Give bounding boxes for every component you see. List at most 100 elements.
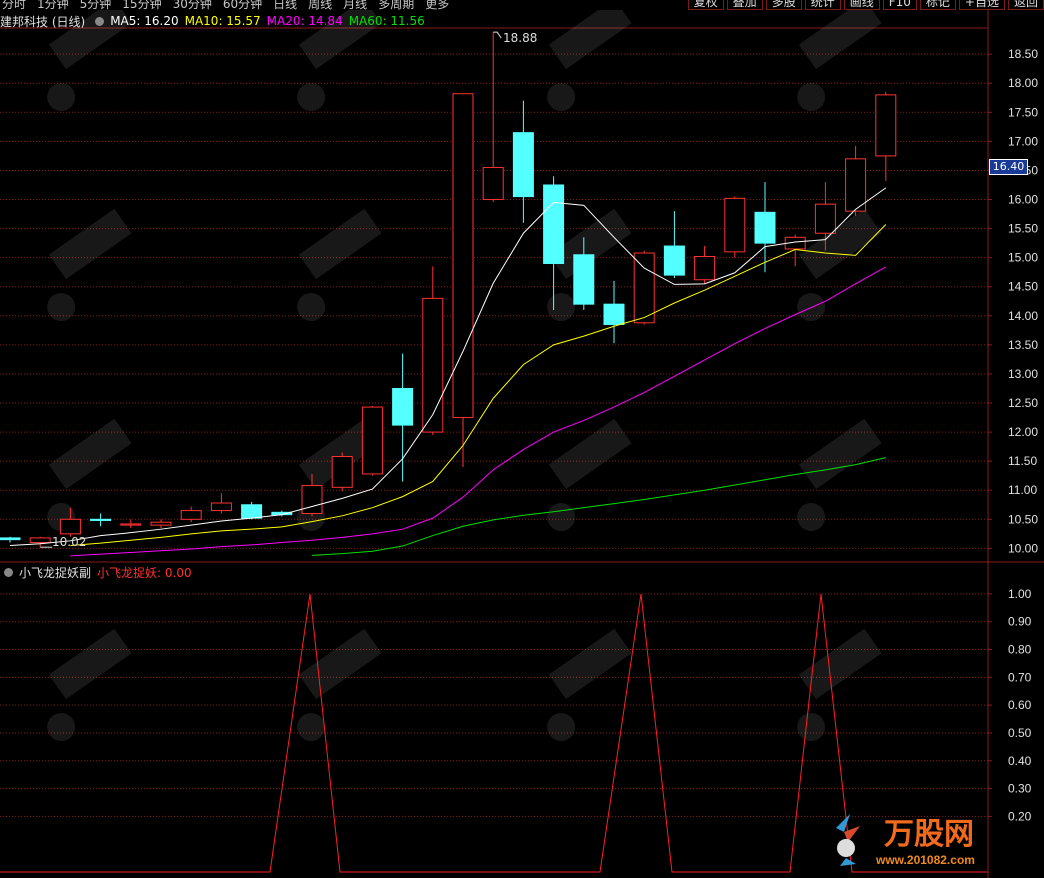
price-tick-label: 10.00	[1008, 541, 1038, 555]
sub-chart-header: 小飞龙捉妖副 小飞龙捉妖: 0.00	[0, 564, 198, 580]
watermark-figure	[797, 713, 826, 742]
candle-body	[59, 518, 81, 535]
sub-tick-label: 1.00	[1008, 587, 1032, 601]
ma60-line	[311, 457, 886, 556]
candle-body	[603, 303, 625, 326]
price-tick-label: 11.00	[1008, 483, 1037, 497]
ma60-label: MA60: 11.56	[348, 14, 425, 28]
tool-button-2[interactable]: 多股	[765, 0, 802, 10]
candle	[180, 506, 202, 523]
candle-body	[694, 255, 716, 281]
candle-body	[331, 456, 353, 488]
price-tick-label: 13.50	[1008, 338, 1038, 352]
candle-body	[633, 252, 655, 324]
price-tick-label: 12.00	[1008, 425, 1038, 439]
watermark-block	[798, 208, 882, 280]
candle-body	[482, 167, 504, 201]
candle-body	[150, 521, 172, 526]
watermark-block	[48, 208, 132, 280]
tool-button-6[interactable]: 标记	[919, 0, 956, 10]
watermark-tile	[797, 208, 882, 322]
candle-body	[845, 158, 867, 212]
chart-canvas: 10.00 10.50 11.00 11.50 12.00 12.50 13.00 13.50…	[0, 0, 1044, 878]
tool-button-5[interactable]: F10	[882, 0, 917, 10]
watermark-tile	[547, 0, 632, 112]
period-tab-10[interactable]: 更多	[425, 0, 449, 10]
tool-button-7[interactable]: +自选	[958, 0, 1005, 10]
candle	[392, 353, 414, 482]
main-chart-header: 建邦科技 (日线) MA5: 16.20 MA10: 15.57 MA20: 1…	[0, 13, 431, 29]
period-tabs: 分时 1分钟 5分钟 15分钟 30分钟 60分钟 日线 周线 月线 多周期 更多	[2, 0, 460, 10]
period-tab-8[interactable]: 月线	[343, 0, 367, 10]
tool-button-3[interactable]: 统计	[804, 0, 841, 10]
watermark-figure	[797, 503, 826, 532]
sub-tick-label: 0.50	[1008, 726, 1032, 740]
candle	[0, 536, 21, 543]
candle-body	[754, 211, 776, 244]
candle	[120, 519, 142, 529]
watermark-figure	[47, 713, 76, 742]
candle	[875, 91, 897, 181]
price-tick-label: 18.00	[1008, 76, 1038, 90]
period-tab-0[interactable]: 分时	[2, 0, 26, 10]
sub-indicator-value: 小飞龙捉妖: 0.00	[97, 565, 192, 580]
watermark-block	[298, 208, 382, 280]
sub-settings-icon[interactable]	[4, 567, 13, 577]
candle-body	[180, 510, 202, 520]
watermark-figure	[297, 293, 326, 322]
watermark-block	[548, 0, 632, 70]
period-tab-3[interactable]: 15分钟	[122, 0, 161, 10]
candle	[422, 266, 444, 435]
candle-body	[573, 254, 595, 305]
watermark-block	[48, 628, 132, 700]
period-tab-2[interactable]: 5分钟	[80, 0, 112, 10]
watermark-block	[548, 628, 632, 700]
settings-icon[interactable]	[95, 16, 105, 26]
candle	[724, 196, 746, 258]
period-tab-5[interactable]: 60分钟	[223, 0, 262, 10]
candle	[543, 176, 565, 310]
candle	[29, 536, 51, 548]
candle-body	[90, 518, 112, 521]
tool-button-1[interactable]: 叠加	[726, 0, 763, 10]
tool-button-0[interactable]: 复权	[687, 0, 724, 10]
watermark-block	[298, 0, 382, 70]
price-tick-label: 12.50	[1008, 396, 1038, 410]
price-tick-label: 13.00	[1008, 367, 1038, 381]
tool-button-4[interactable]: 画线	[843, 0, 880, 10]
sub-tick-label: 0.80	[1008, 643, 1032, 657]
period-tab-1[interactable]: 1分钟	[37, 0, 69, 10]
candle	[633, 250, 655, 325]
high-marker	[493, 31, 502, 39]
candle-body	[241, 504, 263, 519]
watermark-site: www.201082.com	[875, 853, 975, 867]
candle	[361, 405, 383, 476]
candle-body	[361, 406, 383, 475]
candle	[150, 519, 172, 529]
price-tick-label: 18.50	[1008, 47, 1038, 61]
watermark-block	[48, 0, 132, 70]
period-tab-7[interactable]: 周线	[308, 0, 332, 10]
watermark-tile	[547, 628, 632, 742]
sub-indicator-name: 小飞龙捉妖副	[19, 565, 92, 580]
candle-body	[663, 245, 685, 276]
candle	[482, 32, 504, 202]
ma10-line	[70, 224, 887, 546]
period-tab-4[interactable]: 30分钟	[173, 0, 212, 10]
period-tab-6[interactable]: 日线	[273, 0, 297, 10]
candle-body	[422, 297, 444, 433]
watermark-figure	[547, 713, 576, 742]
watermark-logo: 万股网 www.201082.com	[836, 814, 975, 867]
period-tab-9[interactable]: 多周期	[378, 0, 414, 10]
watermark-figure	[547, 503, 576, 532]
price-tick-label: 14.50	[1008, 280, 1038, 294]
price-tick-label: 17.50	[1008, 105, 1038, 119]
candle-body	[120, 523, 142, 526]
tool-button-8[interactable]: 返回	[1007, 0, 1044, 10]
sub-tick-label: 0.60	[1008, 698, 1032, 712]
ma5-line	[9, 187, 887, 546]
candle-body	[0, 537, 21, 541]
candle-body	[29, 537, 51, 544]
candle-body	[724, 197, 746, 253]
watermark-tile	[797, 418, 882, 532]
